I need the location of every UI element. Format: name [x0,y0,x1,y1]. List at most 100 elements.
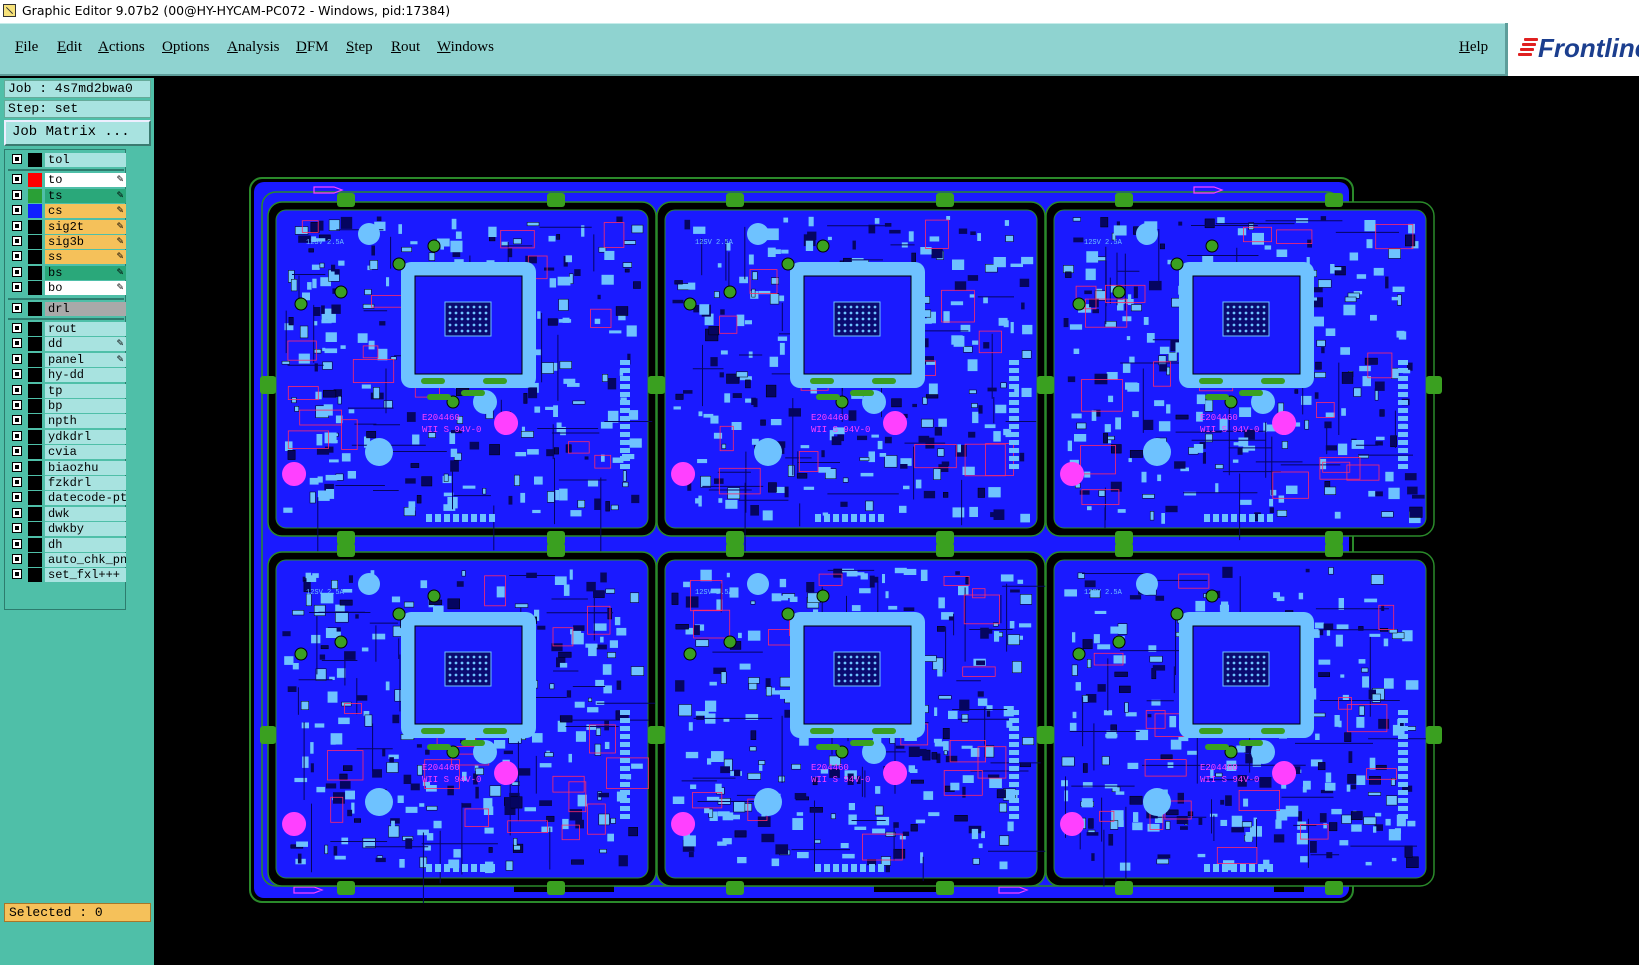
layer-color-swatch[interactable] [28,301,42,316]
layer-row-bo[interactable]: bo ✎ [8,281,126,296]
layer-row-bs[interactable]: bs ✎ [8,265,126,280]
layer-row-biaozhu[interactable]: biaozhu [8,460,126,475]
layer-name[interactable]: npth [45,414,126,429]
layer-name[interactable]: cs ✎ [45,204,126,219]
layer-name[interactable]: ts ✎ [45,188,126,203]
menu-dfm[interactable]: DFM [296,39,329,56]
layer-checkbox[interactable] [12,430,22,441]
layer-color-swatch[interactable] [28,568,42,583]
layer-checkbox[interactable] [12,174,22,185]
layer-row-sig2t[interactable]: sig2t ✎ [8,219,126,234]
layer-row-auto_chk_pn[interactable]: auto_chk_pn [8,553,126,567]
layer-name[interactable]: drl [45,301,126,316]
layer-name[interactable]: auto_chk_pn [45,553,126,567]
layer-row-sig3b[interactable]: sig3b ✎ [8,235,126,249]
layer-name[interactable]: bo ✎ [45,281,126,296]
layer-name[interactable]: dd ✎ [45,337,126,352]
layer-row-to[interactable]: to ✎ [8,173,126,188]
pcb-panel-view[interactable]: E204460 WII S 94V-0 12SV 2.5A E204460 WII S … [154,78,1639,965]
layer-row-bp[interactable]: bp [8,399,126,413]
menu-rout[interactable]: Rout [391,39,420,56]
layer-name[interactable]: dwk [45,506,126,521]
layer-row-rout[interactable]: rout [8,322,126,336]
layer-color-swatch[interactable] [28,322,42,336]
layer-checkbox[interactable] [12,220,22,231]
layer-checkbox[interactable] [12,507,22,518]
layer-row-dd[interactable]: dd ✎ [8,337,126,352]
layer-color-swatch[interactable] [28,250,42,265]
layer-row-cs[interactable]: cs ✎ [8,204,126,219]
layer-checkbox[interactable] [12,353,22,364]
layer-checkbox[interactable] [12,282,22,293]
layer-color-swatch[interactable] [28,429,42,444]
layer-checkbox[interactable] [12,400,22,410]
layer-checkbox[interactable] [12,154,22,164]
layer-color-swatch[interactable] [28,491,42,506]
layer-row-npth[interactable]: npth [8,414,126,429]
layer-checkbox[interactable] [12,492,22,503]
layer-name[interactable]: fzkdrl [45,476,126,490]
menu-windows[interactable]: Windows [437,39,494,56]
layer-color-swatch[interactable] [28,553,42,567]
menu-edit[interactable]: Edit [57,39,82,56]
layer-checkbox[interactable] [12,236,22,246]
layer-color-swatch[interactable] [28,522,42,537]
layer-row-dh[interactable]: dh [8,537,126,552]
layer-name[interactable]: biaozhu [45,460,126,475]
layer-color-swatch[interactable] [28,219,42,234]
layer-name[interactable]: ydkdrl [45,429,126,444]
layer-color-swatch[interactable] [28,337,42,352]
layer-row-tp[interactable]: tp [8,383,126,398]
layer-name[interactable]: cvia [45,445,126,460]
layer-name[interactable]: tol [45,153,126,167]
layer-name[interactable]: sig3b ✎ [45,235,126,249]
layer-checkbox[interactable] [12,323,22,333]
layer-checkbox[interactable] [12,477,22,487]
layer-row-hy-dd[interactable]: hy-dd [8,368,126,383]
graphic-canvas[interactable]: E204460 WII S 94V-0 12SV 2.5A E204460 WII S … [154,78,1639,965]
layer-color-swatch[interactable] [28,235,42,249]
layer-color-swatch[interactable] [28,265,42,280]
job-matrix-button[interactable]: Job Matrix ... [4,120,151,146]
menu-step[interactable]: Step [346,39,373,56]
layer-color-swatch[interactable] [28,537,42,552]
layer-row-ydkdrl[interactable]: ydkdrl [8,429,126,444]
layer-name[interactable]: tp [45,383,126,398]
layer-checkbox[interactable] [12,538,22,549]
layer-row-panel[interactable]: panel ✎ [8,352,126,367]
layer-checkbox[interactable] [12,569,22,580]
layer-name[interactable]: rout [45,322,126,336]
layer-color-swatch[interactable] [28,399,42,413]
layer-checkbox[interactable] [12,205,22,216]
layer-row-dwk[interactable]: dwk [8,506,126,521]
layer-row-cvia[interactable]: cvia [8,445,126,460]
layer-color-swatch[interactable] [28,204,42,219]
layer-color-swatch[interactable] [28,383,42,398]
layer-row-set_fxl+++[interactable]: set_fxl+++ [8,568,126,583]
menu-actions[interactable]: Actions [98,39,145,56]
layer-color-swatch[interactable] [28,460,42,475]
layer-checkbox[interactable] [12,446,22,457]
layer-name[interactable]: hy-dd [45,368,126,383]
layer-name[interactable]: panel ✎ [45,352,126,367]
layer-row-ts[interactable]: ts ✎ [8,188,126,203]
layer-name[interactable]: datecode-pt [45,491,126,506]
layer-checkbox[interactable] [12,189,22,200]
layer-name[interactable]: set_fxl+++ [45,568,126,583]
layer-checkbox[interactable] [12,523,22,534]
layer-color-swatch[interactable] [28,153,42,167]
layer-checkbox[interactable] [12,415,22,426]
layer-checkbox[interactable] [12,338,22,349]
layer-color-swatch[interactable] [28,173,42,188]
layer-row-ss[interactable]: ss ✎ [8,250,126,265]
menu-analysis[interactable]: Analysis [227,39,280,56]
layer-row-drl[interactable]: drl [8,301,126,316]
layer-row-dwkby[interactable]: dwkby [8,522,126,537]
layer-row-datecode-pt[interactable]: datecode-pt [8,491,126,506]
layer-color-swatch[interactable] [28,414,42,429]
layer-name[interactable]: bs ✎ [45,265,126,280]
layer-name[interactable]: ss ✎ [45,250,126,265]
layer-name[interactable]: sig2t ✎ [45,219,126,234]
layer-color-swatch[interactable] [28,506,42,521]
layer-color-swatch[interactable] [28,476,42,490]
